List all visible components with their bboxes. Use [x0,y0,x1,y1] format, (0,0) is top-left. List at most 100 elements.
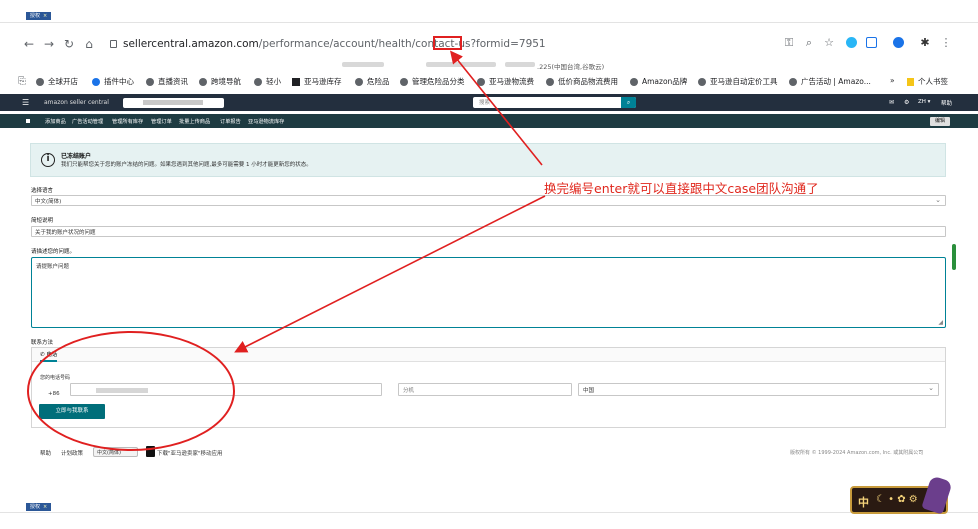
resize-grip-icon[interactable]: ◢ [938,319,943,326]
amazon-icon [292,77,300,86]
nav-item[interactable]: 批量上传商品 [179,118,210,125]
annotation-ellipse [27,331,235,451]
mobile-app-link[interactable]: 下载"亚马逊卖家"移动应用 [157,449,223,457]
sidepanel-icon[interactable] [866,37,877,48]
ime-language-label: 中 [858,496,869,509]
bookmarks-more-icon[interactable]: » [890,76,895,85]
bookmark-label: 轻小 [266,77,281,86]
zoom-icon[interactable]: ⌕ [802,36,816,50]
bookmark-item[interactable]: 轻小 [254,76,281,87]
bookmark-label: 全球开店 [48,77,78,86]
profile-extension-icon[interactable] [893,37,904,48]
star-icon[interactable]: ☆ [822,36,836,49]
address-bar[interactable]: sellercentral.amazon.com/performance/acc… [110,37,546,51]
seller-search[interactable]: 搜索 ⌕ [473,97,636,108]
search-placeholder: 搜索 [479,100,491,106]
mail-icon[interactable]: ✉ [889,99,894,106]
globe-icon [698,77,706,86]
help-link[interactable]: 帮助 [941,99,952,107]
country-select[interactable]: 中国 ⌄ [578,383,939,396]
globe-icon [146,77,154,86]
alert-body: 我们只能帮您关于您的账户冻结的问题。如果您遇到其他问题,最多可能需要 1 小时才… [61,162,312,168]
home-icon[interactable]: ⌂ [82,37,96,51]
globe-icon [36,77,44,86]
bookmark-label: 插件中心 [104,77,134,86]
bookmark-item[interactable]: 直播资讯 [146,76,188,87]
url-host: sellercentral.amazon.com [123,38,259,50]
bookmark-label: 跨境导航 [211,77,241,86]
subject-input[interactable]: 关于我的账户状况的问题 [31,226,946,237]
bottom-tab-close-icon[interactable]: × [43,504,47,510]
extension-icon[interactable] [846,37,857,48]
footer-help-link[interactable]: 帮助 [40,449,51,457]
bookmark-item[interactable]: 管理危险品分类 [400,76,465,87]
country-value: 中国 [583,388,595,394]
logo-text: amazon seller central [44,99,109,106]
puzzle-icon[interactable]: ✱ [918,36,932,49]
language-label: ZH [918,99,926,105]
reload-icon[interactable]: ↻ [62,37,76,51]
bookmark-item[interactable]: 全球开店 [36,76,78,87]
bottom-tab-label: 授权 [30,504,41,510]
description-label: 请描述您的问题。 [31,249,76,255]
folder-icon [907,77,914,86]
nav-item[interactable]: 管理订单 [151,118,172,125]
personal-bookmarks-label: 个人书签 [918,77,948,86]
ime-tools-icon: ☾ • ✿ ⚙ [876,494,918,505]
globe-icon [546,77,554,86]
search-icon[interactable]: ⌕ [621,97,636,108]
blurred-ip [505,62,535,67]
nav-item[interactable]: 添加商品 [45,118,66,125]
bookmark-item[interactable]: 危险品 [355,76,390,87]
back-icon[interactable]: ← [22,37,36,51]
bottom-divider [0,512,978,513]
extension-input[interactable]: 分机 [398,383,572,396]
nav-bookmark-icon[interactable] [26,119,30,123]
hamburger-menu-icon[interactable]: ☰ [22,98,29,107]
bookmarks-more-label: » [890,76,895,85]
store-selector[interactable] [123,98,224,108]
forward-icon[interactable]: → [42,37,56,51]
ime-widget[interactable]: 中 ☾ • ✿ ⚙ [850,475,953,515]
language-switch[interactable]: ZH ▾ [918,99,930,105]
bookmark-label: 管理危险品分类 [412,77,465,86]
menu-kebab-icon[interactable]: ⋮ [939,36,953,49]
bottom-tab[interactable]: 授权 × [26,503,52,511]
bookmark-item[interactable]: 亚马逊物流费 [477,76,534,87]
description-textarea[interactable]: 请提账户问题 ◢ [31,257,946,328]
bookmark-item[interactable]: 亚马逊库存 [292,76,342,87]
nav-item[interactable]: 亚马逊物流库存 [248,118,284,125]
globe-icon [199,77,207,86]
top-tab[interactable]: 授权 × [26,12,52,20]
nav-item[interactable]: 管理所有库存 [112,118,143,125]
bookmark-item[interactable]: 亚马逊自动定价工具 [698,76,778,87]
blurred-store-name [143,100,203,105]
key-icon[interactable]: ⚿ [782,36,796,50]
globe-icon [789,77,797,86]
globe-icon [355,77,363,86]
url-path: /performance/account/health/contact-us?f… [258,38,519,50]
personal-bookmarks[interactable]: 个人书签 [907,76,948,87]
bookmark-label: 亚马逊自动定价工具 [710,77,778,86]
gear-icon[interactable]: ⚙ [904,99,909,106]
subject-label: 简短说明 [31,218,54,224]
edit-nav-button[interactable]: 编辑 [930,117,950,126]
bookmark-label: 直播资讯 [158,77,188,86]
bookmark-item[interactable]: 跨境导航 [199,76,241,87]
bookmark-item[interactable]: 低价商品物流费用 [546,76,618,87]
plugin-icon [92,77,100,86]
scrollbar-thumb[interactable] [952,244,956,270]
language-value: 中文(简体) [35,199,62,205]
bookmarks-apps-icon[interactable]: ⎘ [18,76,26,87]
nav-item[interactable]: 订单报告 [220,118,241,125]
seller-central-logo[interactable]: amazon seller central [44,97,109,107]
footer-policy-link[interactable]: 计划政策 [61,449,83,457]
nav-item[interactable]: 广告活动管理 [72,118,103,125]
bookmark-item[interactable]: 插件中心 [92,76,134,87]
frozen-account-alert: i 已冻结账户 我们只能帮您关于您的账户冻结的问题。如果您遇到其他问题,最多可能… [30,143,946,177]
top-tab-close-icon[interactable]: × [43,13,47,19]
bookmark-item[interactable]: Amazon品牌 [630,76,687,87]
bookmark-item[interactable]: 广告活动 | Amazo... [789,76,871,87]
top-tab-label: 授权 [30,13,41,19]
globe-icon [477,77,485,86]
